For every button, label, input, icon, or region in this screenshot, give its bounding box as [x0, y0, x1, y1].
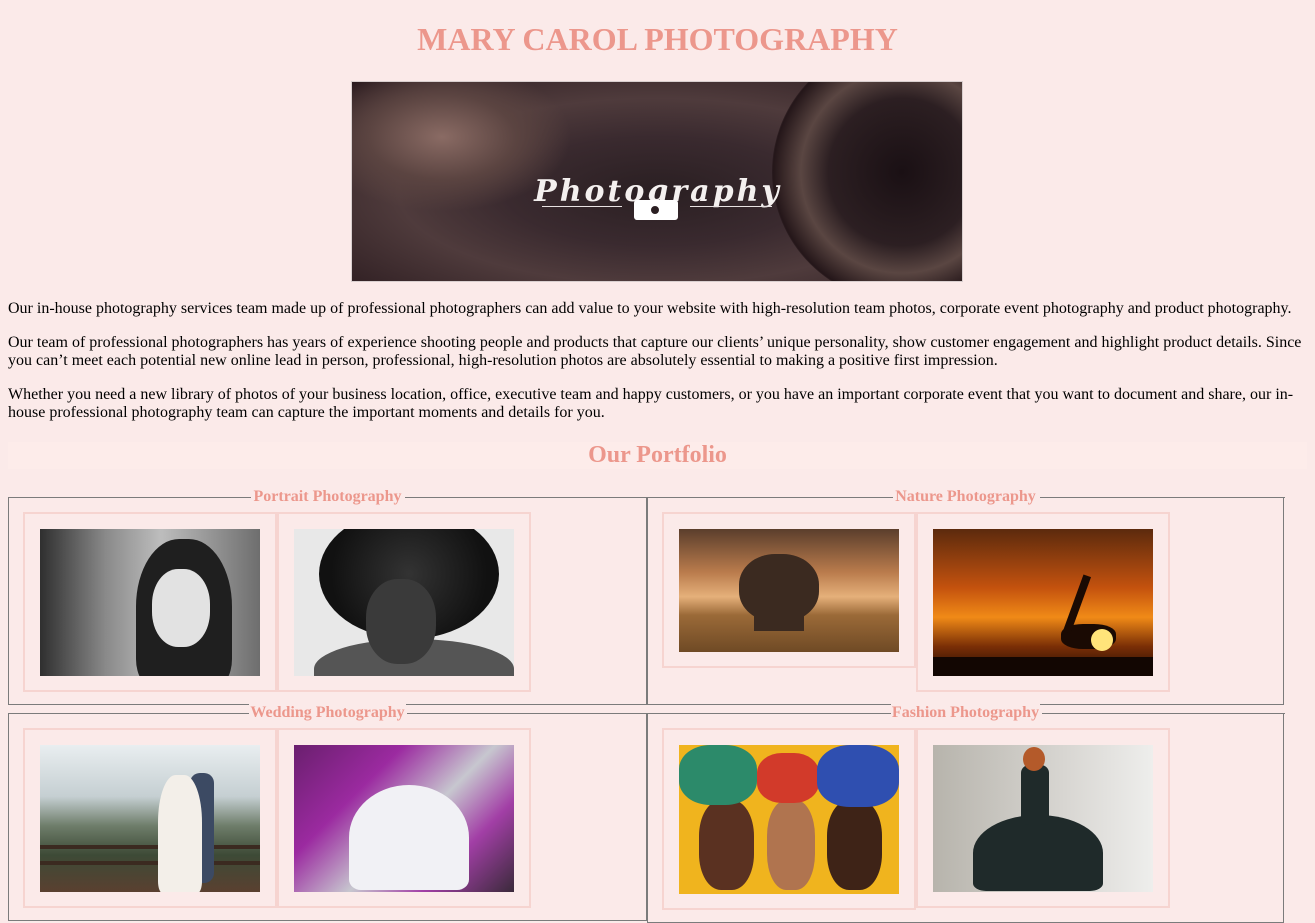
banner-image: Photography: [351, 81, 963, 282]
photo-shape: [817, 745, 899, 807]
page-title: MARY CAROL PHOTOGRAPHY: [417, 21, 898, 57]
photo-frame: [662, 728, 916, 910]
fashion-photo[interactable]: [933, 745, 1153, 892]
photo-frame: [277, 512, 531, 692]
photo-shape: [754, 609, 804, 631]
photo-shape: [349, 785, 469, 890]
photo-shape: [679, 745, 757, 805]
portrait-fieldset: Portrait Photography: [8, 488, 648, 705]
nature-fieldset: Nature Photography: [647, 488, 1285, 705]
portrait-photo[interactable]: [40, 529, 260, 676]
photo-shape: [827, 800, 882, 890]
photo-frame: [916, 512, 1170, 692]
camera-icon: [634, 200, 678, 220]
banner-divider-left: [542, 206, 622, 207]
photo-shape: [973, 815, 1103, 891]
fashion-legend: Fashion Photography: [890, 704, 1041, 721]
wedding-legend: Wedding Photography: [249, 704, 406, 721]
banner-divider-right: [690, 206, 772, 207]
photo-shape: [152, 569, 210, 647]
photo-shape: [757, 753, 819, 803]
wedding-fieldset: Wedding Photography: [8, 704, 648, 921]
nature-photo[interactable]: [933, 529, 1153, 676]
photo-frame: [662, 512, 916, 668]
portrait-photo[interactable]: [294, 529, 514, 676]
intro-paragraph-3: Whether you need a new library of photos…: [8, 386, 1294, 421]
photo-shape: [158, 775, 202, 892]
photo-frame: [23, 728, 277, 908]
photo-frame: [916, 728, 1170, 908]
photo-shape: [1091, 629, 1113, 651]
nature-legend: Nature Photography: [894, 488, 1037, 505]
nature-photo[interactable]: [679, 529, 899, 652]
photo-shape: [40, 845, 260, 849]
wedding-photo[interactable]: [40, 745, 260, 892]
photo-shape: [1023, 747, 1045, 771]
photo-frame: [23, 512, 277, 692]
photo-shape: [699, 800, 754, 890]
intro-paragraph-1: Our in-house photography services team m…: [8, 300, 1292, 317]
portrait-legend: Portrait Photography: [252, 488, 403, 505]
portfolio-heading: Our Portfolio: [8, 442, 1307, 469]
photo-shape: [366, 579, 436, 664]
photo-shape: [1021, 765, 1049, 825]
photo-shape: [767, 800, 815, 890]
photo-frame: [277, 728, 531, 908]
wedding-photo[interactable]: [294, 745, 514, 892]
fashion-fieldset: Fashion Photography: [647, 704, 1285, 923]
photo-shape: [933, 657, 1153, 676]
intro-paragraph-2: Our team of professional photographers h…: [8, 334, 1302, 369]
fashion-photo[interactable]: [679, 745, 899, 894]
